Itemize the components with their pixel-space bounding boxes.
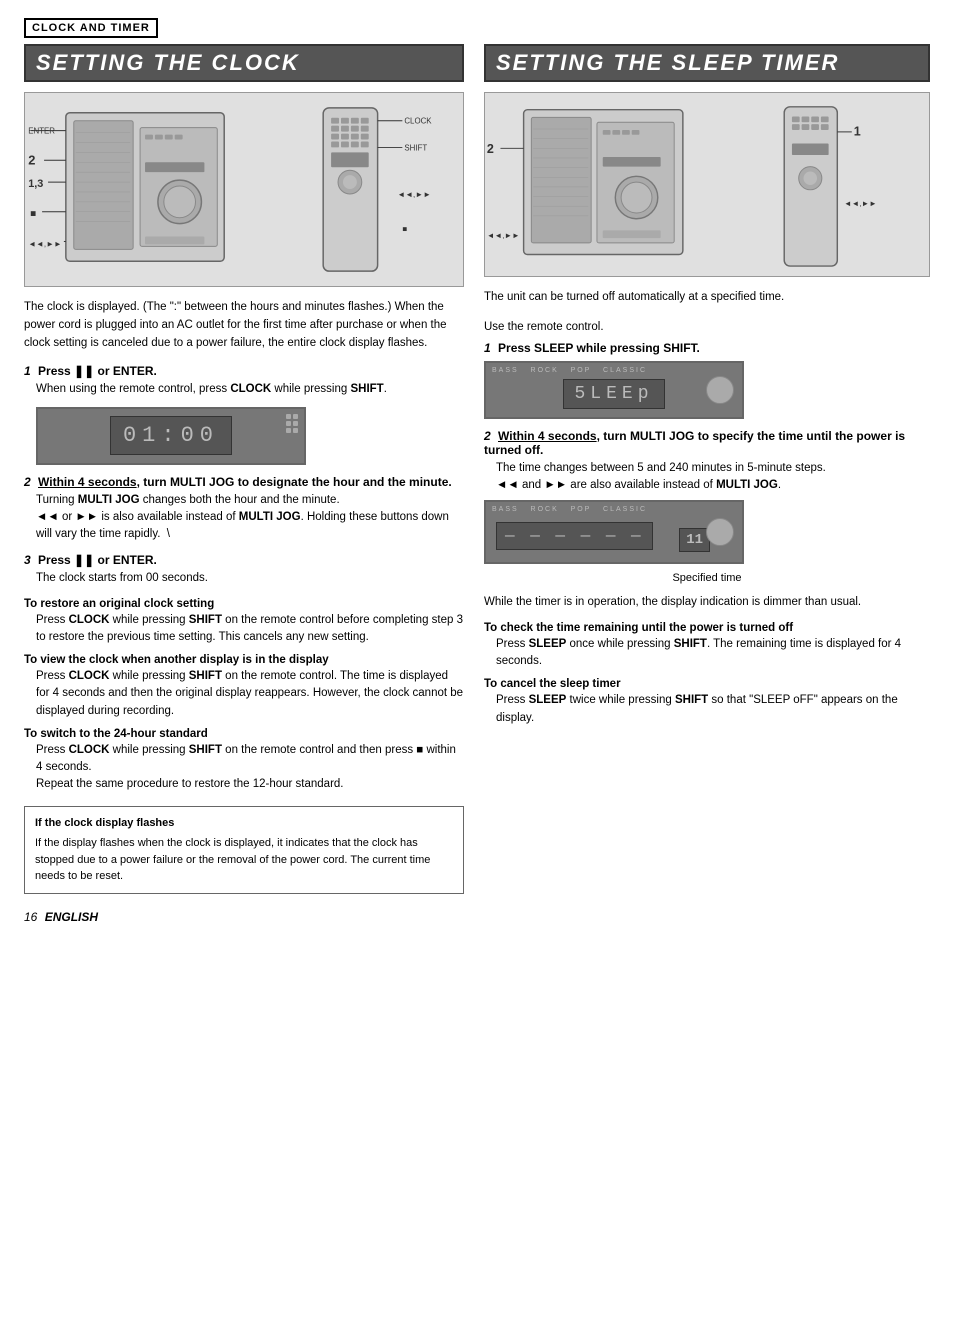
right-column: SETTING THE SLEEP TIMER [484, 44, 930, 894]
right-sub-2-title: To cancel the sleep timer [484, 678, 930, 690]
svg-text:◄◄,►►: ◄◄,►► [487, 231, 520, 240]
step-1-num: 1 [24, 364, 31, 378]
right-step-1-label: Press SLEEP while pressing SHIFT. [498, 341, 700, 355]
svg-text:◄◄,►►: ◄◄,►► [28, 239, 62, 248]
right-step-2-title: 2 Within 4 seconds, turn MULTI JOG to sp… [484, 429, 930, 457]
right-step-1-num: 1 [484, 341, 491, 355]
right-sub-2-body: Press SLEEP twice while pressing SHIFT s… [496, 692, 930, 727]
info-box-body: If the display flashes when the clock is… [35, 835, 453, 885]
page-header: CLOCK AND TIMER [24, 18, 930, 38]
info-box-title: If the clock display flashes [35, 815, 453, 832]
left-intro-text: The clock is displayed. (The ":" between… [24, 299, 464, 352]
step-1-display: 01:00 [36, 407, 306, 465]
svg-text:2: 2 [487, 142, 494, 156]
main-content: SETTING THE CLOCK [24, 44, 930, 894]
step-2-num: 2 [24, 475, 31, 489]
sub-section-2-title: To view the clock when another display i… [24, 654, 464, 666]
right-sub-1-body: Press SLEEP once while pressing SHIFT. T… [496, 636, 930, 671]
right-step-1: 1 Press SLEEP while pressing SHIFT. BASS… [484, 341, 930, 419]
svg-text:■: ■ [402, 225, 407, 234]
step-2: 2 Within 4 seconds, turn MULTI JOG to de… [24, 475, 464, 544]
svg-text:■: ■ [30, 209, 36, 220]
step-3: 3 Press ❚❚ or ENTER. The clock starts fr… [24, 553, 464, 587]
page-number: 16 [24, 910, 37, 924]
svg-text:◄◄,►►: ◄◄,►► [397, 190, 431, 199]
right-section-heading: SETTING THE SLEEP TIMER [484, 44, 930, 82]
svg-text:1: 1 [854, 125, 861, 139]
left-diagram-svg: ENTER 2 1,3 ■ ◄◄,►► CLOCK SHIFT [25, 93, 463, 286]
right-diagram: 2 1 ◄◄,►► ◄◄,►► [484, 92, 930, 277]
svg-text:1,3: 1,3 [28, 178, 43, 190]
left-section-heading: SETTING THE CLOCK [24, 44, 464, 82]
step-1: 1 Press ❚❚ or ENTER. When using the remo… [24, 364, 464, 464]
left-column: SETTING THE CLOCK [24, 44, 464, 894]
right-step-2-num: 2 [484, 429, 491, 443]
right-step-2-body: The time changes between 5 and 240 minut… [496, 460, 930, 495]
header-title: CLOCK AND TIMER [24, 18, 158, 38]
right-sub-1-title: To check the time remaining until the po… [484, 622, 930, 634]
right-intro-text: The unit can be turned off automatically… [484, 289, 930, 307]
step-3-title: 3 Press ❚❚ or ENTER. [24, 553, 464, 567]
right-step-2-label: Within 4 seconds, turn MULTI JOG to spec… [484, 429, 905, 457]
timer-note: While the timer is in operation, the dis… [484, 594, 930, 612]
step-2-title: 2 Within 4 seconds, turn MULTI JOG to de… [24, 475, 464, 489]
svg-text:◄◄,►►: ◄◄,►► [844, 199, 877, 208]
step-2-label: Within 4 seconds, turn MULTI JOG to desi… [38, 475, 452, 489]
step-3-label: Press ❚❚ or ENTER. [38, 553, 157, 567]
step-1-body: When using the remote control, press CLO… [36, 381, 464, 398]
step-3-body: The clock starts from 00 seconds. [36, 570, 464, 587]
info-box: If the clock display flashes If the disp… [24, 806, 464, 894]
step-2-body: Turning MULTI JOG changes both the hour … [36, 492, 464, 544]
step-3-num: 3 [24, 553, 31, 567]
svg-text:CLOCK: CLOCK [404, 117, 432, 126]
right-step-2-display: BASS ROCK POP CLASSIC — — — — — — 11 [484, 500, 744, 564]
right-use-remote: Use the remote control. [484, 319, 930, 337]
step-1-label: Press ❚❚ or ENTER. [38, 364, 157, 378]
svg-text:SHIFT: SHIFT [404, 143, 427, 152]
svg-text:ENTER: ENTER [28, 127, 55, 136]
right-step-1-display: BASS ROCK POP CLASSIC 5LEEp [484, 361, 744, 419]
specified-time-label: Specified time [484, 572, 930, 584]
sub-section-1-title: To restore an original clock setting [24, 598, 464, 610]
page-footer: 16 ENGLISH [24, 910, 930, 924]
left-diagram: ENTER 2 1,3 ■ ◄◄,►► CLOCK SHIFT [24, 92, 464, 287]
sub-section-1-body: Press CLOCK while pressing SHIFT on the … [36, 612, 464, 647]
right-step-2: 2 Within 4 seconds, turn MULTI JOG to sp… [484, 429, 930, 585]
svg-text:2: 2 [28, 152, 35, 167]
right-diagram-svg: 2 1 ◄◄,►► ◄◄,►► [485, 93, 929, 276]
step-1-title: 1 Press ❚❚ or ENTER. [24, 364, 464, 378]
page-lang: ENGLISH [45, 910, 98, 924]
sub-section-3-body: Press CLOCK while pressing SHIFT on the … [36, 742, 464, 794]
right-step-1-title: 1 Press SLEEP while pressing SHIFT. [484, 341, 930, 355]
sub-section-2-body: Press CLOCK while pressing SHIFT on the … [36, 668, 464, 720]
sub-section-3-title: To switch to the 24-hour standard [24, 728, 464, 740]
